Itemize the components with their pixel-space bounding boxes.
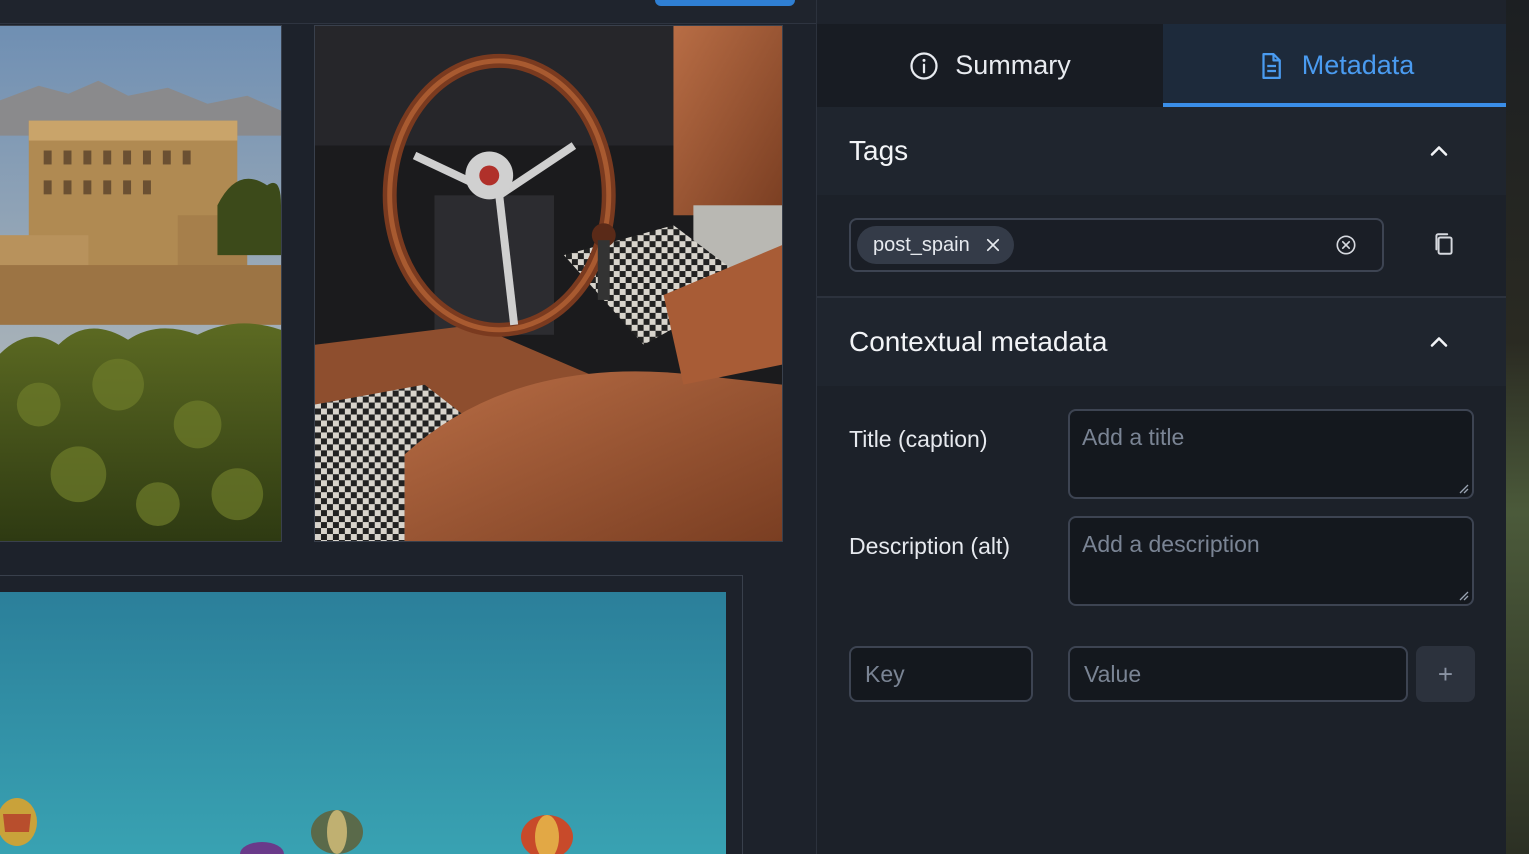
copy-icon[interactable]: [1431, 231, 1457, 257]
chevron-up-icon[interactable]: [1425, 328, 1453, 356]
car-interior-image: [315, 26, 782, 541]
toolbar-primary-button[interactable]: [655, 0, 795, 6]
key-placeholder: Key: [865, 661, 905, 687]
resize-handle-icon[interactable]: [1457, 589, 1469, 601]
tags-section-header[interactable]: Tags: [817, 107, 1507, 195]
contextual-section-header[interactable]: Contextual metadata: [817, 298, 1507, 386]
tags-heading: Tags: [849, 135, 909, 166]
contextual-section-body: Title (caption) Add a title Description …: [817, 386, 1507, 854]
gallery-image-car-interior[interactable]: [314, 25, 783, 542]
tags-section-body: post_spain: [817, 195, 1507, 297]
info-icon: [910, 51, 938, 80]
title-label: Title (caption): [849, 426, 988, 452]
tags-input[interactable]: post_spain: [849, 218, 1384, 272]
tab-summary-label: Summary: [955, 50, 1071, 80]
tab-summary[interactable]: Summary: [817, 24, 1163, 107]
key-input[interactable]: Key: [849, 646, 1033, 702]
tag-chip-label: post_spain: [873, 233, 970, 256]
details-panel: Summary Metadata Tags post_spain Context…: [816, 0, 1507, 854]
gallery-toolbar: [0, 0, 816, 24]
alhambra-image: [0, 26, 281, 541]
resize-handle-icon[interactable]: [1457, 482, 1469, 494]
gallery-image-balloons: [0, 592, 726, 854]
add-metadata-button[interactable]: +: [1416, 646, 1475, 702]
tab-metadata[interactable]: Metadata: [1163, 24, 1507, 107]
tab-metadata-label: Metadata: [1301, 50, 1415, 80]
title-textarea[interactable]: Add a title: [1068, 409, 1474, 499]
tag-chip: post_spain: [857, 226, 1014, 264]
value-input[interactable]: Value: [1068, 646, 1408, 702]
close-icon[interactable]: [984, 236, 1002, 254]
description-placeholder: Add a description: [1082, 531, 1260, 557]
chevron-up-icon[interactable]: [1425, 137, 1453, 165]
app-window: Summary Metadata Tags post_spain Context…: [0, 0, 1529, 854]
contextual-heading: Contextual metadata: [849, 326, 1108, 357]
balloons-image: [0, 592, 726, 854]
document-icon: [1262, 52, 1281, 79]
value-placeholder: Value: [1084, 661, 1142, 687]
image-gallery: [0, 0, 816, 854]
background-window-edge: [1506, 0, 1529, 854]
plus-icon: +: [1437, 658, 1454, 689]
clear-circle-icon[interactable]: [1335, 234, 1357, 256]
gallery-image-alhambra[interactable]: [0, 25, 282, 542]
panel-top-bar: [817, 0, 1507, 24]
gallery-image-balloons-frame[interactable]: [0, 575, 743, 854]
description-label: Description (alt): [849, 533, 1011, 559]
panel-tabs: Summary Metadata: [817, 24, 1507, 107]
title-placeholder: Add a title: [1082, 424, 1185, 450]
description-textarea[interactable]: Add a description: [1068, 516, 1474, 606]
